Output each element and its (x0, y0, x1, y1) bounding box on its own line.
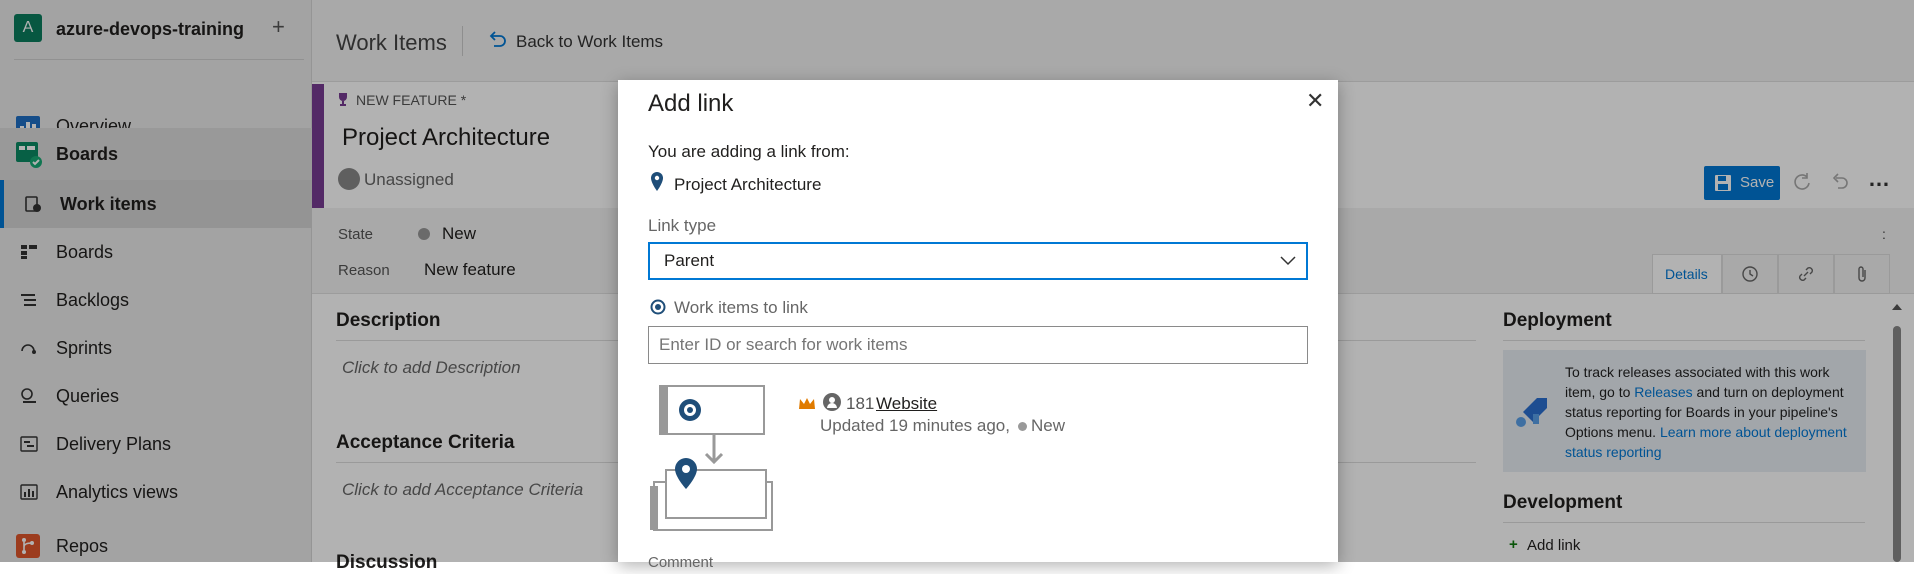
result-updated: Updated 19 minutes ago, (820, 416, 1010, 435)
link-from-label: You are adding a link from: (648, 142, 850, 161)
unassigned-avatar-icon (823, 393, 841, 411)
comment-label: Comment (648, 554, 714, 571)
link-type-dropdown[interactable]: Parent (648, 242, 1308, 280)
chevron-down-icon (1280, 256, 1296, 266)
dialog-title: Add link (648, 90, 734, 117)
link-type-label: Link type (648, 216, 717, 235)
radio-selected-icon[interactable] (650, 299, 666, 315)
add-link-dialog: Add link ✕ You are adding a link from: P… (618, 80, 1338, 571)
crown-icon (799, 398, 815, 409)
result-state-dot (1018, 422, 1027, 431)
result-id: 181 (846, 394, 875, 413)
result-title-link[interactable]: Website (876, 394, 937, 414)
link-type-value: Parent (664, 251, 715, 270)
close-icon[interactable]: ✕ (1306, 88, 1324, 114)
location-pin-icon (651, 172, 663, 191)
work-item-search-input[interactable] (648, 326, 1308, 364)
result-state: New (1031, 416, 1066, 435)
link-from-item: Project Architecture (674, 175, 822, 194)
parent-link-illustration (650, 385, 773, 531)
work-items-to-link-label: Work items to link (674, 298, 808, 317)
